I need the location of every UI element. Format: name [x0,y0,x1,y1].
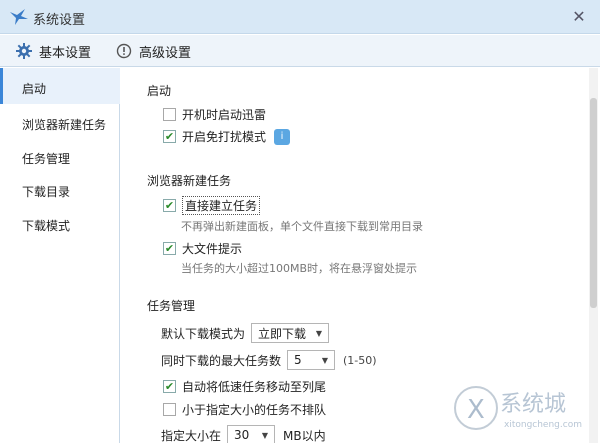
tab-advanced-settings-label: 高级设置 [139,45,192,61]
tab-advanced-settings[interactable]: 高级设置 [115,35,191,67]
tab-basic-settings-label: 基本设置 [39,45,92,61]
gear-icon [15,42,33,60]
move-slow-option[interactable]: ✔ 自动将低速任务移动至列尾 [163,378,326,395]
direct-task-option[interactable]: ✔ 直接建立任务 [163,196,261,215]
size-limit-unit: MB以内 [283,428,326,443]
size-limit-value: 30 [234,428,250,442]
autostart-checkbox[interactable] [163,108,176,121]
chevron-down-icon: ▼ [315,328,323,338]
small-no-queue-label: 小于指定大小的任务不排队 [182,403,327,417]
sidebar-item-download-directory[interactable]: 下载目录 [22,183,70,200]
sidebar-item-task-management[interactable]: 任务管理 [22,150,70,167]
watermark-site: xitongcheng.com [504,420,582,430]
thunder-bird-logo-icon [9,8,29,26]
no-disturb-label: 开启免打扰模式 [182,130,267,144]
xitongcheng-watermark: X 系统城 xitongcheng.com [452,378,598,440]
big-file-option[interactable]: ✔ 大文件提示 [163,240,242,257]
section-heading-task-management: 任务管理 [147,299,196,313]
default-mode-label: 默认下载模式为 [161,326,246,341]
chevron-down-icon: ▼ [321,355,329,365]
sidebar-item-startup[interactable]: 启动 [22,80,46,97]
chevron-down-icon: ▼ [261,430,269,440]
max-tasks-range: (1-50) [343,353,377,367]
max-tasks-select[interactable]: 5 ▼ [287,350,336,370]
settings-tab-bar: 基本设置 高级设置 [0,35,600,67]
move-slow-label: 自动将低速任务移动至列尾 [182,380,327,394]
info-icon[interactable]: i [274,128,291,145]
no-disturb-checkbox[interactable]: ✔ [163,130,176,143]
autostart-label: 开机时启动迅雷 [182,108,267,122]
default-mode-value: 立即下载 [258,326,307,341]
sidebar-item-browser-task[interactable]: 浏览器新建任务 [22,116,106,133]
section-heading-browser-task: 浏览器新建任务 [147,174,232,188]
watermark-brand: 系统城 [500,392,567,417]
default-mode-select[interactable]: 立即下载 ▼ [251,323,330,343]
title-bar: 系统设置 ✕ [0,0,600,34]
max-tasks-label: 同时下载的最大任务数 [161,353,282,368]
max-tasks-row: 同时下载的最大任务数 5 ▼ (1-50) [161,350,377,370]
big-file-description: 当任务的大小超过100MB时，将在悬浮窗处提示 [181,262,418,275]
sidebar-item-download-mode[interactable]: 下载模式 [22,217,70,234]
window-title: 系统设置 [33,13,86,28]
size-limit-select[interactable]: 30 ▼ [227,425,276,443]
close-icon[interactable]: ✕ [568,7,590,27]
default-mode-row: 默认下载模式为 立即下载 ▼ [161,323,330,343]
tab-basic-settings[interactable]: 基本设置 [15,35,91,67]
alert-circle-icon [115,42,133,60]
sidebar: 启动 浏览器新建任务 任务管理 下载目录 下载模式 [0,68,120,443]
scrollbar-thumb[interactable] [590,98,597,308]
small-no-queue-checkbox[interactable] [163,403,176,416]
autostart-option[interactable]: 开机时启动迅雷 [163,106,266,123]
svg-text:X: X [467,395,485,425]
direct-task-description: 不再弹出新建面板，单个文件直接下载到常用目录 [181,220,423,233]
no-disturb-option[interactable]: ✔ 开启免打扰模式 i [163,128,291,145]
sidebar-selection-highlight [0,68,120,104]
small-no-queue-option[interactable]: 小于指定大小的任务不排队 [163,401,326,418]
move-slow-checkbox[interactable]: ✔ [163,380,176,393]
big-file-checkbox[interactable]: ✔ [163,242,176,255]
size-limit-row: 指定大小在 30 ▼ MB以内 [161,425,326,443]
direct-task-checkbox[interactable]: ✔ [163,199,176,212]
big-file-label: 大文件提示 [182,242,243,256]
section-heading-startup: 启动 [147,84,172,98]
max-tasks-value: 5 [294,353,302,367]
direct-task-label: 直接建立任务 [182,196,261,215]
size-limit-label: 指定大小在 [161,428,222,443]
